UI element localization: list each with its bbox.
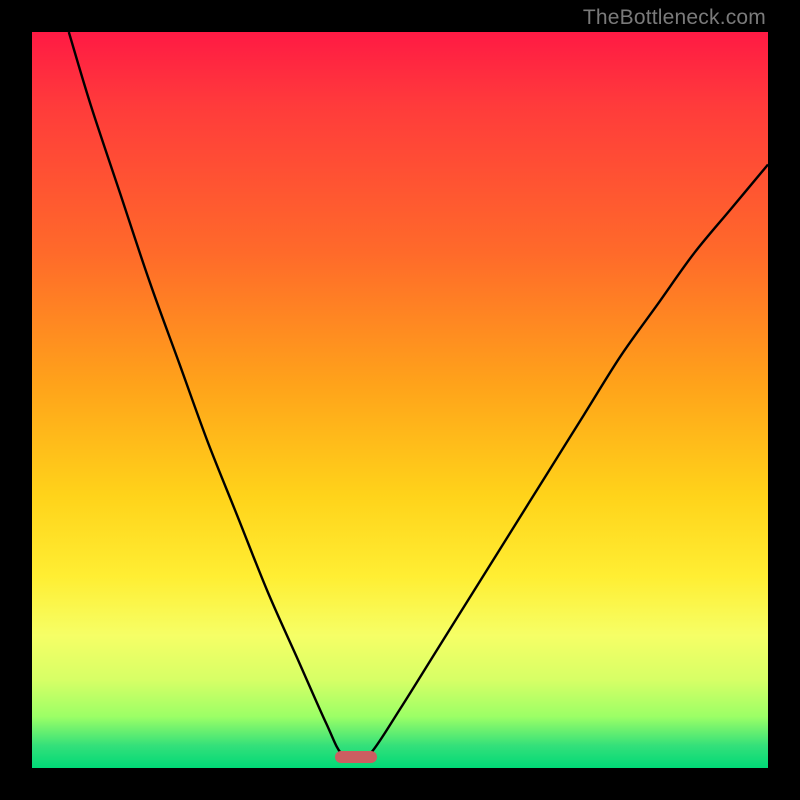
optimum-marker	[335, 751, 377, 763]
curve-svg	[32, 32, 768, 768]
bottleneck-curve	[69, 32, 768, 758]
chart-frame: TheBottleneck.com	[0, 0, 800, 800]
watermark-text: TheBottleneck.com	[583, 6, 766, 30]
plot-area	[32, 32, 768, 768]
